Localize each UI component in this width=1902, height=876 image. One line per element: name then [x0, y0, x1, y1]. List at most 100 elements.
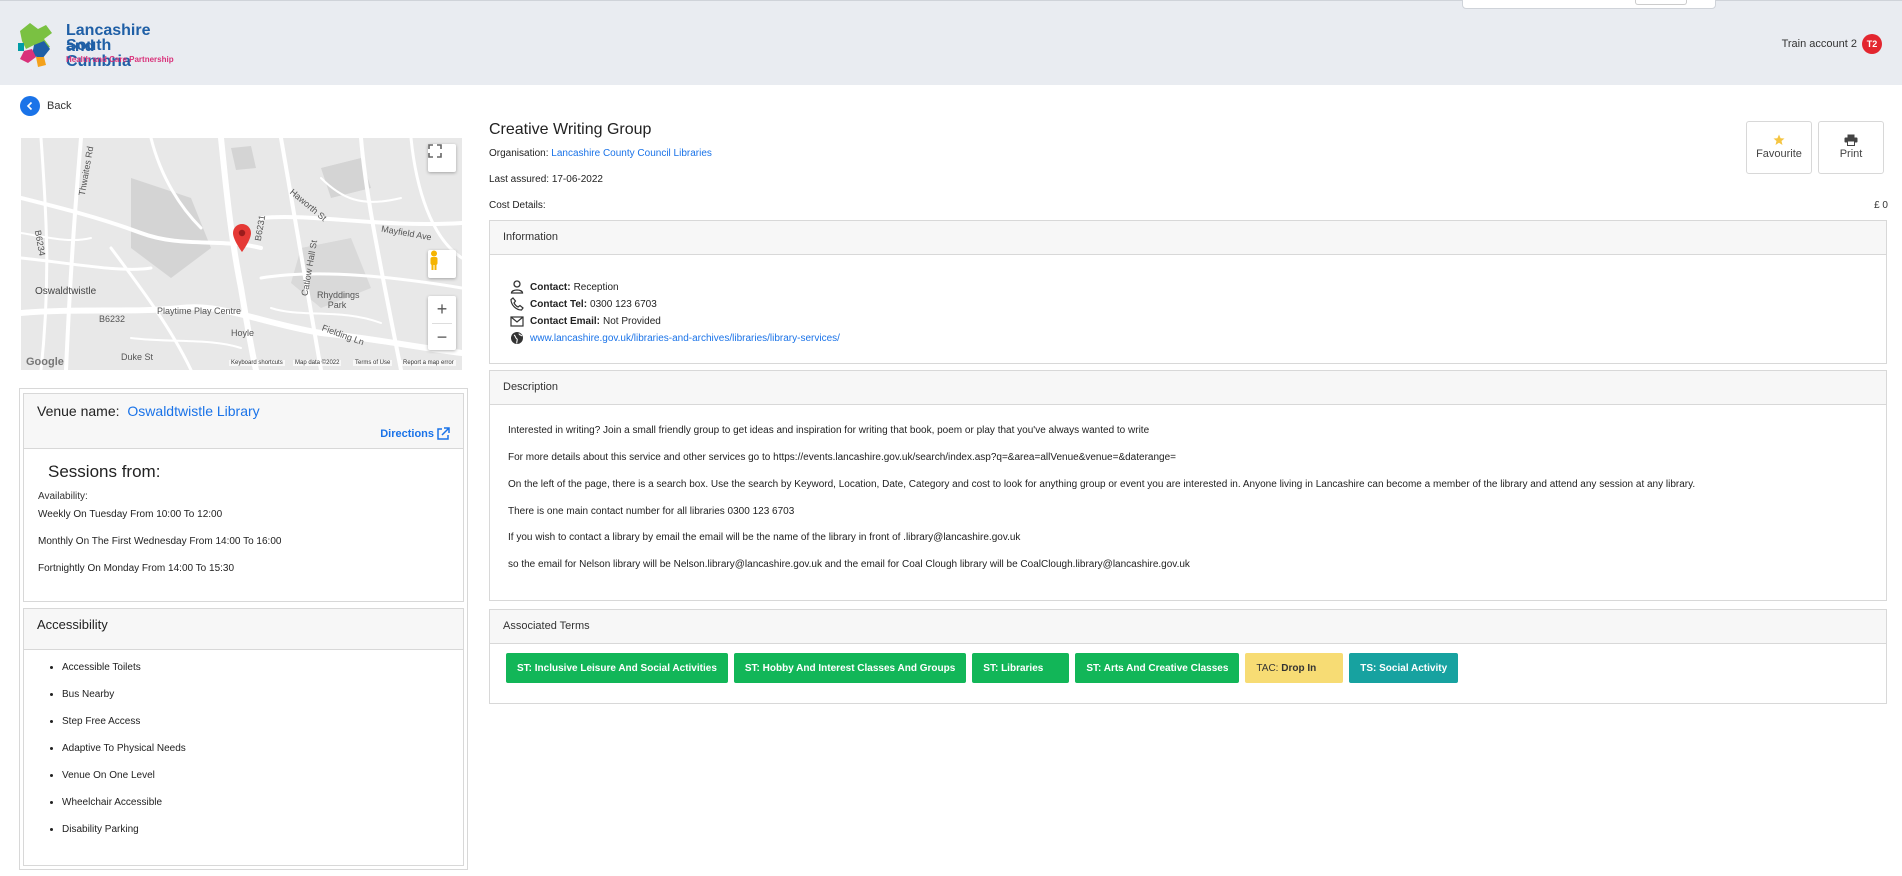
print-button[interactable]: Print	[1818, 121, 1884, 174]
street-view-button[interactable]	[428, 250, 456, 278]
sessions-title: Sessions from:	[48, 462, 161, 481]
sessions-section: Sessions from: Availability: Weekly On T…	[23, 449, 464, 602]
map-label: Hoyle	[231, 328, 255, 338]
external-link-icon	[437, 427, 450, 440]
fullscreen-icon	[428, 144, 442, 158]
description-panel: Description Interested in writing? Join …	[489, 370, 1887, 601]
partnership-logo[interactable]: Lancashire and South Cumbria Health and …	[16, 19, 176, 70]
accessibility-section: Accessibility Accessible Toilets Bus Nea…	[23, 608, 464, 866]
account-name: Train account 2	[1781, 38, 1857, 50]
description-line: Interested in writing? Join a small frie…	[508, 425, 1150, 436]
term-tag[interactable]: ST: Inclusive Leisure And Social Activit…	[506, 653, 728, 683]
printer-icon	[1844, 134, 1858, 146]
map-label: Oswaldtwistle	[35, 286, 97, 297]
organisation-link[interactable]: Lancashire County Council Libraries	[551, 148, 712, 159]
venue-name-label: Venue name:	[37, 403, 120, 419]
directions-link[interactable]: Directions	[380, 427, 450, 441]
venue-header: Venue name: Oswaldtwistle Library Direct…	[23, 393, 464, 449]
cost-label: Cost Details:	[489, 200, 546, 211]
site-header: Lancashire and South Cumbria Health and …	[0, 0, 1902, 85]
accessibility-item: Adaptive To Physical Needs	[62, 743, 186, 770]
chevron-left-icon	[20, 96, 40, 116]
description-line: so the email for Nelson library will be …	[508, 559, 1190, 570]
google-logo: Google	[26, 356, 64, 368]
map-keyboard-shortcuts[interactable]: Keyboard shortcuts	[229, 360, 285, 366]
venue-card: Venue name: Oswaldtwistle Library Direct…	[19, 388, 468, 870]
contact-tel-value: 0300 123 6703	[590, 298, 657, 310]
website-row: www.lancashire.gov.uk/libraries-and-arch…	[510, 331, 840, 345]
session-item: Fortnightly On Monday From 14:00 To 15:3…	[38, 563, 235, 574]
contact-email-label: Contact Email:	[530, 315, 601, 327]
cost-value: £ 0	[1874, 200, 1888, 211]
contact-value: Reception	[573, 281, 619, 293]
contact-email-value: Not Provided	[603, 315, 661, 327]
account-menu[interactable]: Train account 2 T2	[1782, 34, 1882, 54]
session-item: Monthly On The First Wednesday From 14:0…	[38, 536, 282, 547]
globe-icon	[511, 332, 523, 344]
information-panel: Information Contact: Reception Contact T…	[489, 220, 1887, 364]
accessibility-title: Accessibility	[24, 609, 463, 650]
venue-map[interactable]: Oswaldtwistle Playtime Play Centre Rhydd…	[21, 138, 462, 370]
organisation-row: Organisation: Lancashire County Council …	[489, 148, 712, 159]
information-title: Information	[490, 221, 1886, 255]
associated-terms-title: Associated Terms	[490, 610, 1886, 644]
favourite-label: Favourite	[1756, 148, 1802, 160]
availability-label: Availability:	[38, 491, 88, 502]
directions-label: Directions	[380, 428, 434, 440]
fullscreen-button[interactable]	[428, 144, 456, 172]
organisation-label: Organisation:	[489, 148, 549, 159]
associated-terms-panel: Associated Terms ST: Inclusive Leisure A…	[489, 609, 1887, 704]
description-line: There is one main contact number for all…	[508, 506, 795, 517]
dropdown-handle[interactable]	[1635, 0, 1687, 5]
map-report-link[interactable]: Report a map error	[401, 360, 456, 366]
map-pin-icon[interactable]	[233, 224, 251, 252]
description-line: On the left of the page, there is a sear…	[508, 479, 1696, 490]
term-tag-prefix: TAC:	[1256, 662, 1279, 674]
website-link[interactable]: www.lancashire.gov.uk/libraries-and-arch…	[530, 333, 840, 344]
map-terms-link[interactable]: Terms of Use	[353, 360, 393, 366]
venue-name-link[interactable]: Oswaldtwistle Library	[127, 403, 259, 419]
phone-icon	[510, 297, 524, 311]
person-icon	[510, 280, 524, 294]
favourite-button[interactable]: Favourite	[1746, 121, 1812, 174]
contact-tel-row: Contact Tel: 0300 123 6703	[510, 297, 657, 311]
description-line: If you wish to contact a library by emai…	[508, 532, 1021, 543]
star-icon	[1773, 134, 1785, 145]
zoom-out-button[interactable]: −	[437, 324, 448, 350]
accessibility-item: Wheelchair Accessible	[62, 797, 186, 824]
print-label: Print	[1839, 148, 1863, 160]
accessibility-list: Accessible Toilets Bus Nearby Step Free …	[62, 662, 186, 851]
accessibility-item: Accessible Toilets	[62, 662, 186, 689]
logo-line-3: Health and Care Partnership	[66, 55, 174, 64]
term-tag[interactable]: ST: Hobby And Interest Classes And Group…	[733, 653, 967, 683]
zoom-controls: + −	[428, 296, 456, 350]
accessibility-item: Bus Nearby	[62, 689, 186, 716]
map-label: Rhyddings Park	[317, 290, 360, 310]
term-tag[interactable]: TAC: Drop In	[1245, 653, 1344, 683]
contact-row: Contact: Reception	[510, 280, 619, 294]
top-dropdown-panel	[1462, 0, 1716, 9]
map-data-credit: Map data ©2022	[293, 360, 342, 366]
contact-label: Contact:	[530, 281, 571, 293]
account-avatar[interactable]: T2	[1862, 34, 1882, 54]
accessibility-item: Disability Parking	[62, 824, 186, 851]
map-label: Duke St	[121, 352, 154, 362]
contact-email-row: Contact Email: Not Provided	[510, 314, 661, 328]
term-tag[interactable]: TS: Social Activity	[1349, 653, 1459, 683]
map-label: B6232	[99, 314, 126, 324]
accessibility-item: Venue On One Level	[62, 770, 186, 797]
back-label: Back	[47, 100, 72, 112]
terms-tag-list: ST: Inclusive Leisure And Social Activit…	[506, 653, 1464, 683]
envelope-icon	[510, 316, 524, 327]
term-tag[interactable]: ST: Libraries	[972, 653, 1070, 683]
zoom-in-button[interactable]: +	[437, 296, 448, 323]
venue-name: Venue name: Oswaldtwistle Library	[37, 403, 260, 419]
term-tag[interactable]: ST: Arts And Creative Classes	[1075, 653, 1240, 683]
pegman-icon	[430, 250, 438, 270]
term-tag-text: Drop In	[1281, 662, 1317, 674]
accessibility-item: Step Free Access	[62, 716, 186, 743]
back-button[interactable]: Back	[20, 96, 71, 116]
map-label: Playtime Play Centre	[157, 306, 242, 316]
description-line: For more details about this service and …	[508, 452, 1177, 463]
logo-mark-icon	[18, 23, 52, 67]
